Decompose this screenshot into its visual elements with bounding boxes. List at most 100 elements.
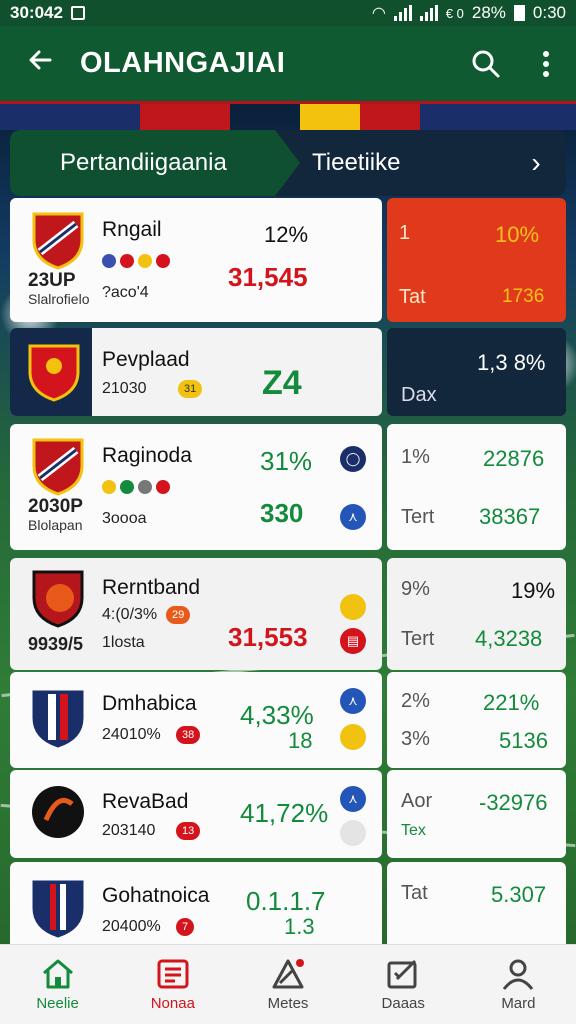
match-card: Rerntband 4:(0/3% 29 9939/5 1losta 31,55… xyxy=(10,558,382,670)
back-button[interactable] xyxy=(0,45,80,82)
team-sub: Slalrofielo xyxy=(28,291,90,307)
nav-label: Daaas xyxy=(381,995,425,1012)
team-crest-icon xyxy=(32,880,84,938)
match-row[interactable]: RevaBad 203140 13 41,72% ⋏ Aor -32976 Te… xyxy=(10,770,566,858)
team-name: Rngail xyxy=(102,218,162,241)
stat-card: Aor -32976 Tex xyxy=(387,770,566,858)
stat-d: 5136 xyxy=(499,728,548,753)
team-meta: 3oooa xyxy=(102,510,147,527)
more-vert-icon xyxy=(543,50,549,77)
match-row[interactable]: Rerntband 4:(0/3% 29 9939/5 1losta 31,55… xyxy=(10,558,566,670)
form-dots xyxy=(102,480,170,494)
more-button[interactable] xyxy=(516,49,576,79)
match-card: Pevplaad 21030 31 Z4 xyxy=(10,328,382,416)
stat-a: 1 xyxy=(399,222,411,244)
team-crest-icon xyxy=(32,212,84,270)
team-code: 23UP xyxy=(28,270,76,291)
match-card: RevaBad 203140 13 41,72% ⋏ xyxy=(10,770,382,858)
stat-c: Tert xyxy=(401,506,435,528)
stat-a: 1,3 8% xyxy=(477,350,546,375)
match-row[interactable]: Gohatnoica 20400% 7 0.1.1.7 1.3 Tat 5.30… xyxy=(10,862,566,982)
stat-card: 2% 221% 3% 5136 xyxy=(387,672,566,768)
nav-item-stats[interactable]: Metes xyxy=(230,945,345,1024)
share-icon[interactable]: ⋏ xyxy=(340,786,366,812)
badge: 29 xyxy=(166,606,191,624)
arrow-left-icon xyxy=(29,50,52,70)
team-sub: 1losta xyxy=(102,634,145,651)
match-card: Dmhabica 24010% 38 4,33% 18 ⋏ xyxy=(10,672,382,768)
stat-b: 22876 xyxy=(483,446,545,471)
badge: 38 xyxy=(176,726,201,744)
stat-card: 9% 19% Tert 4,3238 xyxy=(387,558,566,670)
news-icon[interactable]: ▤ xyxy=(340,628,366,654)
stat-a: 2% xyxy=(401,690,430,712)
stat-card: 1 10% Tat 1736 xyxy=(387,198,566,322)
share-icon[interactable]: ⋏ xyxy=(340,688,366,714)
nav-label: Neelie xyxy=(36,995,79,1012)
nav-item-data[interactable]: Daaas xyxy=(346,945,461,1024)
match-row[interactable]: Pevplaad 21030 31 Z4 1,3 8% Dax xyxy=(10,328,566,416)
stat-b: 221% xyxy=(483,690,540,715)
team-name: Dmhabica xyxy=(102,692,197,715)
team-code: 9939/5 xyxy=(28,634,84,654)
battery-text: 28% xyxy=(471,3,506,22)
app-bar: OLAHNGAJIAI xyxy=(0,26,576,104)
team-name: Raginoda xyxy=(102,444,192,467)
match-row[interactable]: Dmhabica 24010% 38 4,33% 18 ⋏ 2% 221% 3%… xyxy=(10,672,566,768)
wifi-icon: ◠ xyxy=(371,5,386,22)
signal-icon xyxy=(393,5,412,21)
nav-label: Mard xyxy=(501,995,536,1012)
network-text: € 0 xyxy=(445,5,464,21)
score-value: 31,545 xyxy=(228,262,308,292)
stat-c: Dax xyxy=(401,384,437,406)
team-meta: 24010% xyxy=(102,726,161,743)
nav-item-profile[interactable]: Mard xyxy=(461,945,576,1024)
team-sub: Blolapan xyxy=(28,517,83,533)
pct-value: 0.1.1.7 xyxy=(246,886,326,916)
nav-label: Nonaa xyxy=(150,995,195,1012)
stat-d: 38367 xyxy=(479,504,541,529)
stat-a: 9% xyxy=(401,578,430,600)
sim-icon xyxy=(70,6,85,20)
badge: 31 xyxy=(178,380,203,398)
circle-icon: ◯ xyxy=(340,446,366,472)
stat-c: Tat xyxy=(399,286,426,308)
pct-value: 41,72% xyxy=(240,798,329,828)
share-icon[interactable]: ⋏ xyxy=(340,504,366,530)
team-name: Rerntband xyxy=(102,576,201,599)
team-name: RevaBad xyxy=(102,790,189,813)
nav-item-home[interactable]: Neelie xyxy=(0,945,115,1024)
team-crest-icon xyxy=(32,570,84,628)
home-icon xyxy=(42,959,73,989)
page-title: OLAHNGAJIAI xyxy=(80,47,286,79)
stat-b: -32976 xyxy=(479,790,548,815)
score-value: 330 xyxy=(260,498,304,528)
team-code: 2030P xyxy=(28,496,83,517)
stat-card: 1,3 8% Dax xyxy=(387,328,566,416)
status-dot xyxy=(340,594,366,620)
team-name: Pevplaad xyxy=(102,348,190,371)
tab-bar: Pertandiigaania Tieetiike › xyxy=(10,130,566,196)
profile-icon xyxy=(503,959,534,990)
stat-b: 19% xyxy=(511,578,556,603)
form-dots xyxy=(102,254,170,268)
nav-item-news[interactable]: Nonaa xyxy=(115,945,230,1024)
stat-d: 1736 xyxy=(502,286,545,307)
badge: 13 xyxy=(176,822,201,840)
team-crest-icon xyxy=(32,690,84,748)
status-bar: 30:042 ◠ € 0 28% 0:30 xyxy=(0,0,576,26)
stat-a: 1% xyxy=(401,446,430,468)
search-button[interactable] xyxy=(456,49,516,79)
tab-tiket[interactable]: Tieetiike xyxy=(300,130,506,196)
stat-b: 10% xyxy=(495,222,540,247)
chevron-right-icon[interactable]: › xyxy=(506,130,566,196)
team-name: Gohatnoica xyxy=(102,884,210,907)
pct-value: 31% xyxy=(260,446,313,476)
badge: 7 xyxy=(176,918,195,936)
stat-a: Tat xyxy=(401,882,428,904)
team-meta: 20400% xyxy=(102,918,161,935)
match-row[interactable]: Raginoda 2030P Blolapan 3oooa 31% 330 ◯ … xyxy=(10,424,566,550)
match-row[interactable]: Rngail 23UP Slalrofielo ?aco'4 12% 31,54… xyxy=(10,198,566,322)
score-value: 1.3 xyxy=(284,914,315,939)
tab-pertandingan[interactable]: Pertandiigaania xyxy=(10,130,300,196)
